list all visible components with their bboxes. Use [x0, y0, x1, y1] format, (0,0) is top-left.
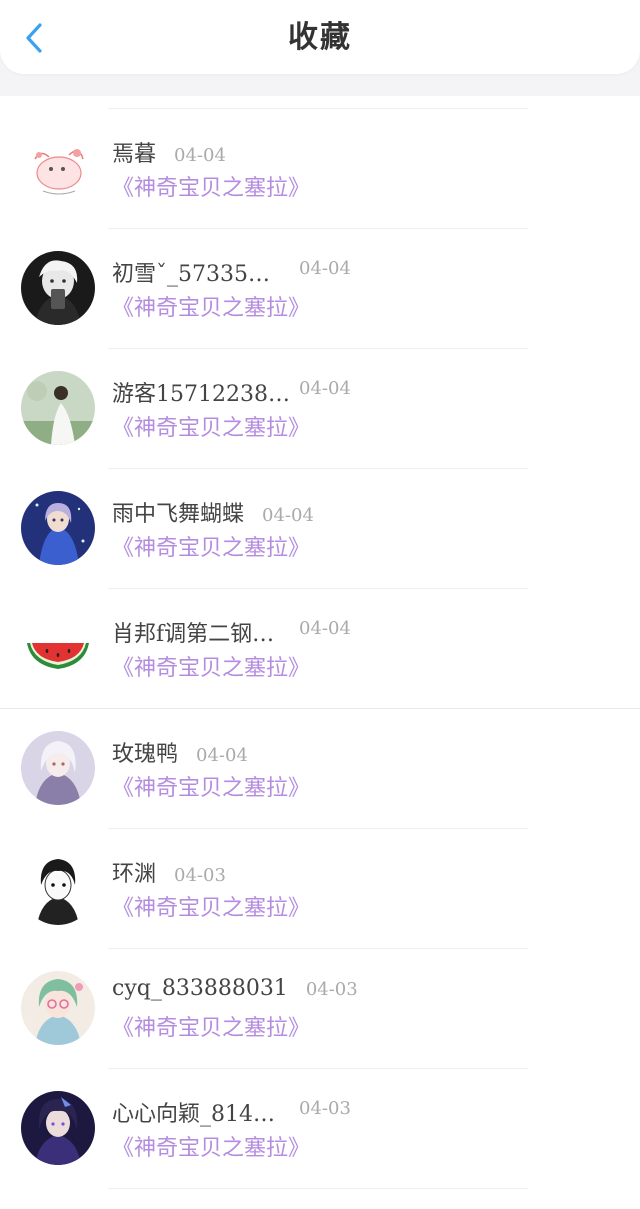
user-name[interactable]: 心心向颖_814… — [112, 1096, 275, 1128]
divider — [108, 348, 528, 349]
favorites-list: 焉暮 04-04 《神奇宝贝之塞拉》 初雪ˇ_57335… 04-04 《神奇宝… — [0, 96, 640, 1196]
divider — [108, 588, 528, 589]
user-name[interactable]: 游客15712238… — [112, 376, 290, 408]
work-title[interactable]: 《神奇宝贝之塞拉》 — [112, 170, 310, 202]
work-title[interactable]: 《神奇宝贝之塞拉》 — [112, 650, 310, 682]
divider — [108, 468, 528, 469]
divider — [108, 948, 528, 949]
list-item[interactable]: 初雪ˇ_57335… 04-04 《神奇宝贝之塞拉》 — [0, 216, 640, 336]
avatar[interactable] — [21, 731, 95, 805]
divider — [108, 1068, 528, 1069]
work-title[interactable]: 《神奇宝贝之塞拉》 — [112, 770, 310, 802]
list-item[interactable]: 玫瑰鸭 04-04 《神奇宝贝之塞拉》 — [0, 696, 640, 816]
avatar[interactable] — [21, 251, 95, 325]
user-name[interactable]: 雨中飞舞蝴蝶 — [112, 496, 244, 528]
page-title: 收藏 — [288, 20, 352, 55]
avatar[interactable] — [21, 491, 95, 565]
list-item[interactable]: 焉暮 04-04 《神奇宝贝之塞拉》 — [0, 96, 640, 216]
user-name[interactable]: cyq_833888031 — [112, 976, 288, 1001]
user-name[interactable]: 环渊 — [112, 856, 156, 888]
date-label: 04-03 — [299, 1098, 351, 1119]
avatar[interactable] — [21, 851, 95, 925]
list-end — [0, 1176, 640, 1196]
divider — [108, 828, 528, 829]
user-name[interactable]: 玫瑰鸭 — [112, 736, 178, 768]
date-label: 04-03 — [174, 865, 226, 886]
divider — [0, 708, 640, 709]
avatar[interactable] — [21, 371, 95, 445]
date-label: 04-04 — [299, 258, 351, 279]
avatar[interactable] — [21, 971, 95, 1045]
date-label: 04-04 — [299, 618, 351, 639]
date-label: 04-04 — [299, 378, 351, 399]
work-title[interactable]: 《神奇宝贝之塞拉》 — [112, 410, 310, 442]
date-label: 04-03 — [305, 979, 358, 1000]
work-title[interactable]: 《神奇宝贝之塞拉》 — [112, 290, 310, 322]
avatar[interactable] — [21, 611, 95, 685]
work-title[interactable]: 《神奇宝贝之塞拉》 — [112, 1010, 310, 1042]
date-label: 04-04 — [174, 145, 226, 166]
user-name[interactable]: 焉暮 — [112, 136, 156, 168]
list-item[interactable]: 心心向颖_814… 04-03 《神奇宝贝之塞拉》 — [0, 1056, 640, 1176]
avatar[interactable] — [21, 1091, 95, 1165]
avatar[interactable] — [21, 131, 95, 205]
top-bar: 收藏 — [0, 0, 640, 74]
user-name[interactable]: 肖邦f调第二钢… — [112, 616, 274, 648]
divider — [108, 108, 528, 109]
favorites-screen: 收藏 焉暮 04-04 《神奇宝贝之塞拉》 初雪ˇ_57335… 04-04 《… — [0, 0, 640, 1209]
user-name[interactable]: 初雪ˇ_57335… — [112, 256, 270, 288]
work-title[interactable]: 《神奇宝贝之塞拉》 — [112, 530, 310, 562]
date-label: 04-04 — [196, 745, 248, 766]
list-item[interactable]: 肖邦f调第二钢… 04-04 《神奇宝贝之塞拉》 — [0, 576, 640, 696]
list-item[interactable]: 雨中飞舞蝴蝶 04-04 《神奇宝贝之塞拉》 — [0, 456, 640, 576]
list-item[interactable]: 环渊 04-03 《神奇宝贝之塞拉》 — [0, 816, 640, 936]
list-item[interactable]: cyq_833888031 04-03 《神奇宝贝之塞拉》 — [0, 936, 640, 1056]
work-title[interactable]: 《神奇宝贝之塞拉》 — [112, 1130, 310, 1162]
divider — [108, 1188, 528, 1189]
date-label: 04-04 — [262, 505, 314, 526]
list-item[interactable]: 游客15712238… 04-04 《神奇宝贝之塞拉》 — [0, 336, 640, 456]
work-title[interactable]: 《神奇宝贝之塞拉》 — [112, 890, 310, 922]
divider — [108, 228, 528, 229]
